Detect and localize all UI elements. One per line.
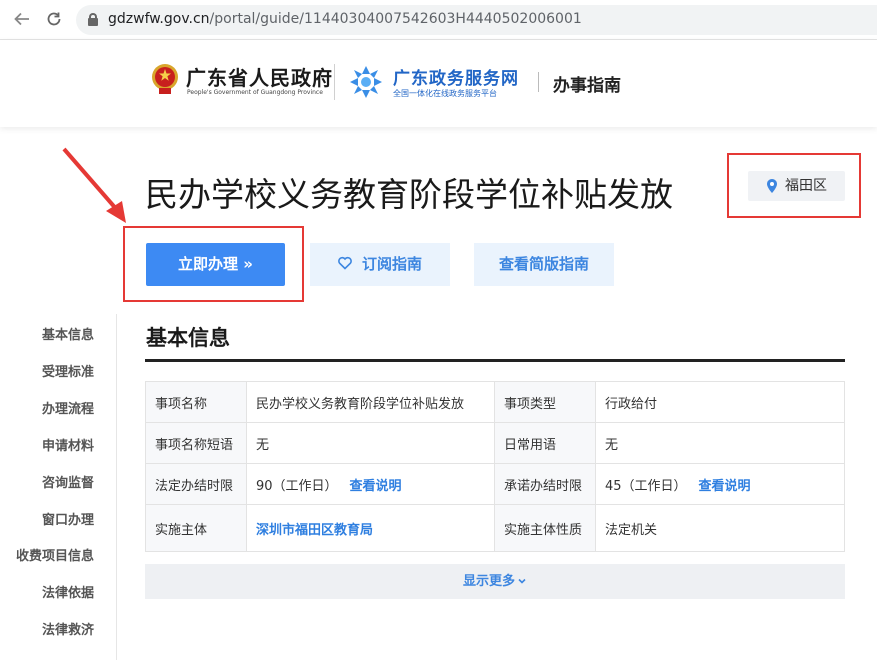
cell-label: 实施主体 <box>145 504 247 552</box>
section-title: 基本信息 <box>146 326 230 350</box>
table-row: 法定办结时限 90（工作日） 查看说明 承诺办结时限 45（工作日） 查看说明 <box>145 463 845 505</box>
cell-label: 法定办结时限 <box>145 463 247 505</box>
cell-label: 承诺办结时限 <box>494 463 596 505</box>
platform-subtitle: 全国一体化在线政务服务平台 <box>393 89 497 98</box>
section-label: 办事指南 <box>553 76 621 96</box>
table-row: 实施主体 深圳市福田区教育局 实施主体性质 法定机关 <box>145 504 845 552</box>
cell-value: 行政给付 <box>595 381 845 423</box>
reload-icon[interactable] <box>44 10 64 30</box>
cell-value: 民办学校义务教育阶段学位补贴发放 <box>246 381 495 423</box>
show-more-button[interactable]: 显示更多 <box>145 564 845 599</box>
address-bar[interactable]: gdzwfw.gov.cn/portal/guide/1144030400754… <box>76 5 877 35</box>
location-pin-icon <box>767 179 777 193</box>
annotation-arrow-icon <box>62 147 126 223</box>
subscribe-label: 订阅指南 <box>361 255 422 273</box>
url-domain: gdzwfw.gov.cn <box>108 11 210 27</box>
header-divider-2 <box>538 72 539 92</box>
region-label: 福田区 <box>785 178 827 194</box>
side-nav-item[interactable]: 办理流程 <box>42 398 94 417</box>
cell-label: 事项名称 <box>145 381 247 423</box>
cell-value: 法定机关 <box>595 504 845 552</box>
implementing-body-link[interactable]: 深圳市福田区教育局 <box>256 523 373 538</box>
cell-label: 事项类型 <box>494 381 596 423</box>
lock-icon <box>88 13 98 26</box>
browser-toolbar: gdzwfw.gov.cn/portal/guide/1144030400754… <box>0 0 877 40</box>
section-divider <box>145 359 845 362</box>
site-header: 广东省人民政府 People's Government of Guangdong… <box>0 40 877 127</box>
chevron-down-icon <box>518 578 526 584</box>
table-row: 事项名称 民办学校义务教育阶段学位补贴发放 事项类型 行政给付 <box>145 381 845 423</box>
header-divider <box>334 64 335 100</box>
cell-value: 无 <box>595 422 845 464</box>
side-nav-item[interactable]: 窗口办理 <box>42 509 94 528</box>
cell-value: 45（工作日） 查看说明 <box>595 463 845 505</box>
view-explanation-link[interactable]: 查看说明 <box>350 479 402 494</box>
side-nav-item[interactable]: 基本信息 <box>42 324 94 343</box>
side-nav-item[interactable]: 申请材料 <box>42 435 94 454</box>
arrow-left-icon[interactable] <box>12 10 32 30</box>
platform-name[interactable]: 广东政务服务网 <box>393 64 519 89</box>
side-nav-item[interactable]: 收费项目信息 <box>16 545 94 564</box>
side-nav-item[interactable]: 法律救济 <box>42 619 94 638</box>
table-row: 事项名称短语 无 日常用语 无 <box>145 422 845 464</box>
gov-name[interactable]: 广东省人民政府 <box>186 62 333 91</box>
view-explanation-link[interactable]: 查看说明 <box>699 479 751 494</box>
cell-value: 深圳市福田区教育局 <box>246 504 495 552</box>
heart-icon <box>338 256 352 270</box>
cell-value: 无 <box>246 422 495 464</box>
platform-logo-icon <box>350 66 382 98</box>
cell-value: 90（工作日） 查看说明 <box>246 463 495 505</box>
legal-time-limit: 90（工作日） <box>256 478 338 494</box>
side-nav-item[interactable]: 咨询监督 <box>42 472 94 491</box>
url-path: /portal/guide/11440304007542603H44405020… <box>209 11 582 27</box>
promised-time-limit: 45（工作日） <box>605 478 687 494</box>
cell-label: 实施主体性质 <box>494 504 596 552</box>
side-nav-item[interactable]: 法律依据 <box>42 582 94 601</box>
basic-info-table: 事项名称 民办学校义务教育阶段学位补贴发放 事项类型 行政给付 事项名称短语 无… <box>145 381 845 552</box>
cell-label: 事项名称短语 <box>145 422 247 464</box>
gov-subtitle: People's Government of Guangdong Provinc… <box>187 89 323 96</box>
apply-now-button[interactable]: 立即办理 » <box>146 243 285 286</box>
cell-label: 日常用语 <box>494 422 596 464</box>
page-title: 民办学校义务教育阶段学位补贴发放 <box>145 175 673 214</box>
side-nav-item[interactable]: 受理标准 <box>42 361 94 380</box>
subscribe-guide-button[interactable]: 订阅指南 <box>310 243 450 286</box>
side-nav: 基本信息 受理标准 办理流程 申请材料 咨询监督 窗口办理 收费项目信息 法律依… <box>0 314 117 660</box>
national-emblem-icon <box>152 64 178 94</box>
simple-guide-button[interactable]: 查看简版指南 <box>474 243 614 286</box>
show-more-label: 显示更多 <box>462 574 515 589</box>
url-text: gdzwfw.gov.cn/portal/guide/1144030400754… <box>108 11 582 27</box>
region-tag[interactable]: 福田区 <box>748 171 845 201</box>
